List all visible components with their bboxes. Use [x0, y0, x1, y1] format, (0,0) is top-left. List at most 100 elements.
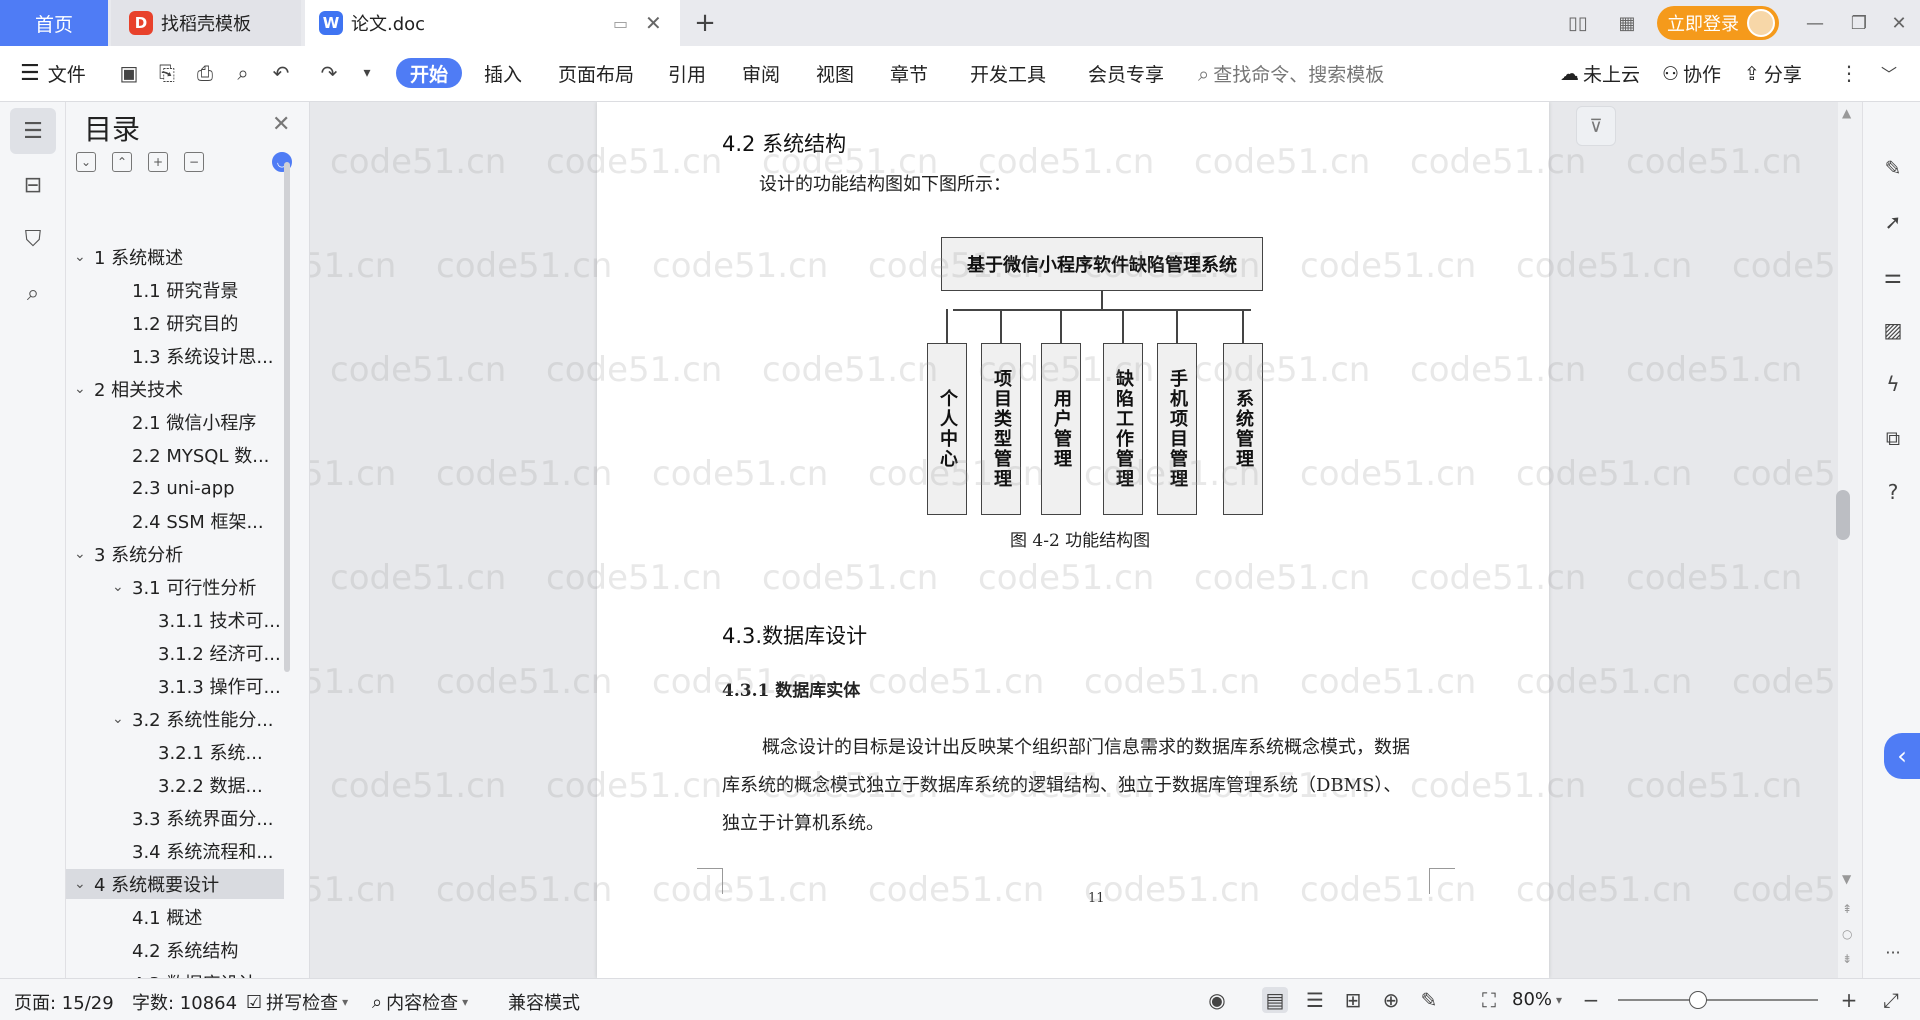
- toc-item[interactable]: 4.3 数据库设计: [66, 968, 284, 978]
- adjust-sliders-icon[interactable]: ⚌: [1877, 260, 1909, 292]
- select-pointer-icon[interactable]: ➚: [1877, 206, 1909, 238]
- toc-item[interactable]: 2.2 MYSQL 数...: [66, 440, 284, 470]
- outline-view-icon[interactable]: ☰: [1302, 987, 1328, 1013]
- toc-remove-icon[interactable]: −: [184, 152, 204, 172]
- prev-page-icon[interactable]: ⇞: [1842, 902, 1852, 916]
- scroll-down-icon[interactable]: ▼: [1842, 872, 1851, 886]
- scroll-top-icon[interactable]: ▲: [1842, 106, 1851, 120]
- zoom-slider-track[interactable]: [1618, 999, 1818, 1001]
- menu-start[interactable]: 开始: [396, 58, 462, 88]
- menu-chapter[interactable]: 章节: [890, 60, 928, 87]
- quick-access-dropdown-icon[interactable]: ▾: [352, 58, 382, 88]
- reading-view-icon[interactable]: ⊞: [1340, 987, 1366, 1013]
- zoom-out-icon[interactable]: −: [1578, 987, 1604, 1013]
- sidebar-collapse-button[interactable]: ‹: [1884, 733, 1920, 779]
- fit-page-icon[interactable]: ⛶: [1476, 987, 1502, 1013]
- menu-references[interactable]: 引用: [668, 60, 706, 87]
- zoom-in-icon[interactable]: +: [1836, 987, 1862, 1013]
- toc-item[interactable]: 2.1 微信小程序: [66, 407, 284, 437]
- lightning-icon[interactable]: ϟ: [1877, 368, 1909, 400]
- toc-expand-icon[interactable]: ⌄: [76, 152, 96, 172]
- chevron-down-icon[interactable]: ⌄: [74, 249, 94, 265]
- eye-protect-icon[interactable]: ◉: [1204, 987, 1230, 1013]
- next-page-icon[interactable]: ⇟: [1842, 952, 1852, 966]
- chevron-down-icon[interactable]: ⌄: [112, 711, 132, 727]
- tab-home[interactable]: 首页: [0, 0, 108, 46]
- collab-button[interactable]: ⚇ 协作: [1662, 60, 1721, 87]
- tab-preview-icon[interactable]: ▭: [613, 14, 628, 33]
- more-options-icon[interactable]: ⋮: [1834, 58, 1864, 88]
- chevron-down-icon[interactable]: ⌄: [74, 546, 94, 562]
- redo-icon[interactable]: ↷: [314, 58, 344, 88]
- toc-item[interactable]: ⌄ 3 系统分析: [66, 539, 284, 569]
- zoom-slider-knob[interactable]: [1689, 991, 1707, 1009]
- chevron-down-icon[interactable]: ⌄: [112, 579, 132, 595]
- apps-grid-icon[interactable]: ▦: [1612, 8, 1642, 38]
- toc-item[interactable]: 2.3 uni-app: [66, 473, 284, 503]
- document-page[interactable]: 4.2 系统结构 设计的功能结构图如下图所示： 基于微信小程序软件缺陷管理系统 …: [597, 102, 1549, 978]
- content-check-button[interactable]: ⌕ 内容检查 ▾: [372, 989, 468, 1015]
- pen-edit-icon[interactable]: ✎: [1877, 152, 1909, 184]
- toc-close-icon[interactable]: ✕: [272, 112, 290, 137]
- menu-member[interactable]: 会员专享: [1088, 60, 1164, 87]
- doc-filter-icon[interactable]: ⊽: [1576, 106, 1616, 146]
- undo-icon[interactable]: ↶: [266, 58, 296, 88]
- toc-item[interactable]: 3.1.1 技术可...: [66, 605, 284, 635]
- cloud-status[interactable]: ☁ 未上云: [1560, 60, 1640, 87]
- toc-item[interactable]: ⌄ 2 相关技术: [66, 374, 284, 404]
- menu-developer[interactable]: 开发工具: [970, 60, 1046, 87]
- chapter-nav-icon[interactable]: ⊟: [10, 162, 56, 208]
- menu-insert[interactable]: 插入: [484, 60, 522, 87]
- menu-review[interactable]: 审阅: [742, 60, 780, 87]
- command-search[interactable]: ⌕ 查找命令、搜索模板: [1198, 60, 1384, 87]
- write-mode-icon[interactable]: ✎: [1416, 987, 1442, 1013]
- toc-item[interactable]: 3.2.2 数据...: [66, 770, 284, 800]
- restore-icon[interactable]: ❐: [1844, 8, 1874, 38]
- toc-item[interactable]: ⌄ 4 系统概要设计: [66, 869, 284, 899]
- toc-item[interactable]: 3.1.3 操作可...: [66, 671, 284, 701]
- collapse-ribbon-icon[interactable]: ﹀: [1874, 58, 1904, 88]
- word-count[interactable]: 字数: 10864: [132, 989, 237, 1015]
- close-window-icon[interactable]: ✕: [1884, 8, 1914, 38]
- tab-document[interactable]: W 论文.doc ▭ ✕: [305, 0, 680, 46]
- toc-item[interactable]: 2.4 SSM 框架...: [66, 506, 284, 536]
- save-icon[interactable]: ▣: [114, 58, 144, 88]
- menu-page-layout[interactable]: 页面布局: [558, 60, 634, 87]
- picture-tool-icon[interactable]: ▨: [1877, 314, 1909, 346]
- minimize-icon[interactable]: —: [1800, 8, 1830, 38]
- layout-switch-icon[interactable]: ▯▯: [1560, 8, 1596, 38]
- toc-item[interactable]: 3.3 系统界面分...: [66, 803, 284, 833]
- new-tab-plus-icon[interactable]: +: [690, 8, 720, 38]
- toc-collapse-icon[interactable]: ⌃: [112, 152, 132, 172]
- toc-item[interactable]: ⌄ 1 系统概述: [66, 242, 284, 272]
- more-tools-icon[interactable]: ···: [1877, 936, 1909, 968]
- toc-panel-icon[interactable]: ☰: [10, 108, 56, 154]
- select-browse-icon[interactable]: ○: [1842, 927, 1852, 941]
- toc-item[interactable]: 3.2.1 系统...: [66, 737, 284, 767]
- file-menu[interactable]: ☰ 文件: [20, 60, 86, 87]
- export-pdf-icon[interactable]: ⎘: [152, 58, 182, 88]
- menu-view[interactable]: 视图: [816, 60, 854, 87]
- toc-item[interactable]: 4.1 概述: [66, 902, 284, 932]
- web-view-icon[interactable]: ⊕: [1378, 987, 1404, 1013]
- login-button[interactable]: 立即登录: [1657, 6, 1779, 40]
- zoom-level[interactable]: 80% ▾: [1512, 989, 1562, 1010]
- share-button[interactable]: ⇪ 分享: [1744, 60, 1802, 87]
- tab-template-store[interactable]: D 找稻壳模板: [111, 0, 301, 46]
- read-review-icon[interactable]: ⧉: [1877, 422, 1909, 454]
- bookmark-icon[interactable]: ⛉: [10, 216, 56, 262]
- toc-item[interactable]: ⌄ 3.2 系统性能分...: [66, 704, 284, 734]
- toc-item[interactable]: 1.2 研究目的: [66, 308, 284, 338]
- toc-scrollbar[interactable]: [284, 162, 290, 672]
- vertical-scroll-thumb[interactable]: [1836, 490, 1850, 540]
- toc-item[interactable]: 1.3 系统设计思...: [66, 341, 284, 371]
- tab-close-icon[interactable]: ✕: [645, 11, 662, 35]
- fullscreen-icon[interactable]: ⤢: [1878, 987, 1904, 1013]
- chevron-down-icon[interactable]: ⌄: [74, 876, 94, 892]
- vertical-scrollbar[interactable]: ▲ ▼ ⇞ ○ ⇟: [1838, 102, 1862, 978]
- toc-item[interactable]: 4.2 系统结构: [66, 935, 284, 965]
- toc-add-icon[interactable]: +: [148, 152, 168, 172]
- find-icon[interactable]: ⌕: [10, 270, 56, 316]
- print-preview-icon[interactable]: ⌕: [228, 58, 258, 88]
- help-icon[interactable]: ?: [1877, 476, 1909, 508]
